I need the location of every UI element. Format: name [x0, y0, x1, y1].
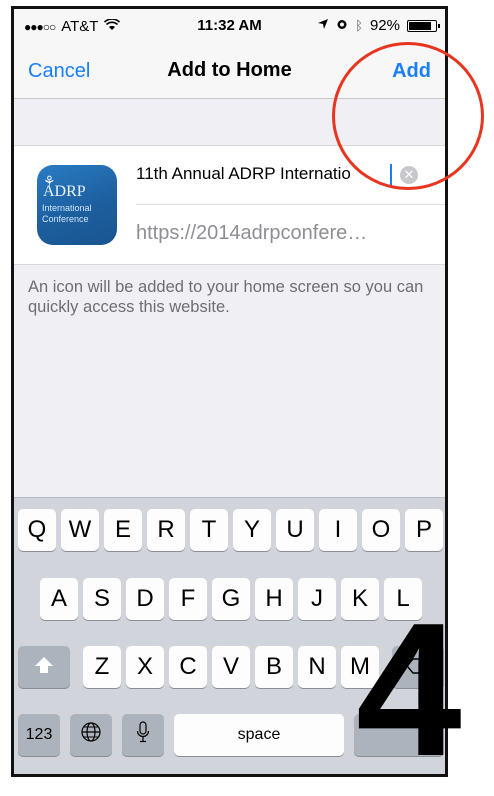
key-y[interactable]: Y [233, 509, 271, 551]
key-c[interactable]: C [169, 646, 207, 688]
highlight-circle [332, 42, 484, 190]
shift-key[interactable] [18, 646, 70, 688]
field-divider [136, 204, 445, 205]
key-v[interactable]: V [212, 646, 250, 688]
location-icon [317, 17, 329, 34]
key-g[interactable]: G [212, 578, 250, 620]
key-n[interactable]: N [298, 646, 336, 688]
numbers-key[interactable]: 123 [18, 714, 60, 756]
bookmark-url-field: https://2014adrpconfere… [136, 222, 368, 244]
status-bar: ●●●○○ AT&T 11:32 AM ᛒ 92% [14, 9, 445, 43]
key-t[interactable]: T [190, 509, 228, 551]
battery-icon [407, 19, 440, 32]
key-s[interactable]: S [83, 578, 121, 620]
icon-subtitle-text: International Conference [42, 203, 92, 224]
help-text: An icon will be added to your home scree… [28, 278, 424, 316]
go-key[interactable] [354, 714, 444, 756]
key-b[interactable]: B [255, 646, 293, 688]
key-o[interactable]: O [362, 509, 400, 551]
key-q[interactable]: Q [18, 509, 56, 551]
keyboard: Q W E R T Y U I O P A S D F G H J K L Z … [14, 497, 445, 774]
key-d[interactable]: D [126, 578, 164, 620]
key-i[interactable]: I [319, 509, 357, 551]
key-e[interactable]: E [104, 509, 142, 551]
key-k[interactable]: K [341, 578, 379, 620]
delete-key[interactable] [392, 646, 444, 688]
website-icon: ⚘ ADRP International Conference [37, 165, 117, 245]
cancel-button[interactable]: Cancel [28, 60, 90, 83]
battery-percent: 92% [369, 17, 400, 34]
key-r[interactable]: R [147, 509, 185, 551]
key-w[interactable]: W [61, 509, 99, 551]
dictation-key[interactable] [122, 714, 164, 756]
icon-logo-text: ADRP [43, 183, 86, 200]
space-key[interactable]: space [174, 714, 344, 756]
globe-key[interactable] [70, 714, 112, 756]
key-m[interactable]: M [341, 646, 379, 688]
microphone-icon [136, 720, 150, 750]
key-l[interactable]: L [384, 578, 422, 620]
key-j[interactable]: J [298, 578, 336, 620]
key-u[interactable]: U [276, 509, 314, 551]
alarm-icon [336, 17, 348, 34]
backspace-icon [406, 653, 430, 681]
bluetooth-icon: ᛒ [355, 18, 363, 33]
key-h[interactable]: H [255, 578, 293, 620]
key-p[interactable]: P [405, 509, 443, 551]
key-a[interactable]: A [40, 578, 78, 620]
key-x[interactable]: X [126, 646, 164, 688]
status-right: ᛒ 92% [317, 17, 440, 34]
globe-icon [80, 721, 102, 750]
shift-arrow-icon [34, 653, 54, 681]
key-z[interactable]: Z [83, 646, 121, 688]
key-f[interactable]: F [169, 578, 207, 620]
